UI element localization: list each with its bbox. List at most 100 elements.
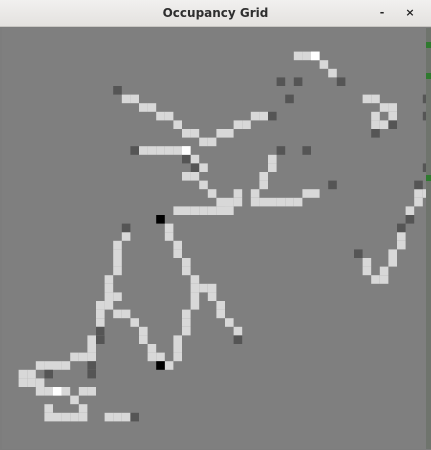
free-cell (87, 352, 96, 362)
occupied-cell (328, 180, 337, 190)
free-cell (225, 197, 234, 207)
occupied-cell (87, 369, 96, 379)
robot-cell (156, 215, 165, 224)
free-cell (250, 189, 260, 198)
free-cell (113, 309, 122, 319)
occupancy-grid-map (18, 51, 426, 422)
free-cell (164, 111, 174, 121)
occupied-cell (276, 146, 286, 155)
free-cell (87, 344, 96, 353)
free-cell (302, 51, 311, 61)
free-cell (156, 352, 165, 362)
free-cell (156, 111, 165, 121)
free-cell (190, 301, 200, 310)
free-cell (27, 369, 36, 379)
occupied-cell (190, 163, 200, 172)
free-cell (18, 378, 28, 387)
free-cell (182, 318, 191, 327)
occupied-cell (388, 120, 397, 129)
free-cell (414, 197, 423, 207)
free-cell (121, 412, 131, 422)
free-cell (96, 309, 105, 319)
free-cell (216, 197, 225, 207)
free-cell (216, 301, 225, 310)
free-cell (139, 335, 148, 344)
free-cell (61, 361, 71, 370)
free-cell (44, 387, 53, 396)
edge-marker (426, 175, 431, 181)
edge-marker (426, 73, 431, 79)
free-cell (147, 352, 157, 362)
occupied-cell (130, 412, 139, 422)
neighbor-window-edge (426, 28, 431, 449)
occupied-cell (130, 146, 139, 155)
occupied-cell (44, 369, 53, 379)
free-cell (293, 51, 303, 61)
free-cell (44, 404, 53, 413)
occupied-cell (96, 335, 105, 344)
free-cell (113, 249, 122, 258)
free-cell (362, 266, 372, 276)
free-cell (225, 206, 234, 215)
occupied-cell (113, 86, 122, 95)
free-cell (207, 189, 217, 198)
occupancy-grid-window: Occupancy Grid - × (0, 0, 431, 450)
free-cell (379, 266, 389, 276)
free-cell (233, 120, 243, 129)
free-cell (173, 146, 182, 155)
occupied-cell (182, 154, 191, 164)
free-cell (147, 344, 157, 353)
free-cell (164, 146, 174, 155)
free-cell (199, 163, 208, 172)
free-cell (44, 412, 53, 422)
occupied-cell (276, 77, 286, 86)
free-cell (182, 258, 191, 267)
free-cell (87, 335, 96, 344)
occupied-cell (397, 223, 406, 233)
occupied-cell (405, 215, 415, 224)
occupied-cell (268, 111, 277, 121)
free-cell (70, 352, 79, 362)
free-cell (362, 94, 372, 104)
free-cell (78, 412, 88, 422)
free-cell (216, 309, 225, 319)
free-cell (113, 240, 122, 250)
free-cell (78, 404, 88, 413)
free-cell (207, 206, 217, 215)
free-cell (199, 137, 208, 147)
edge-marker (426, 42, 431, 48)
close-button[interactable]: × (401, 4, 419, 22)
free-cell (182, 129, 191, 138)
free-cell (293, 197, 303, 207)
free-cell (328, 68, 337, 78)
free-cell (104, 275, 114, 284)
robot-cell (156, 361, 165, 370)
free-cell (190, 292, 200, 301)
minimize-button[interactable]: - (373, 4, 391, 22)
free-cell (164, 232, 174, 241)
free-cell (104, 283, 114, 293)
free-cell (319, 60, 329, 69)
highlight-cell (311, 51, 320, 61)
free-cell (104, 301, 114, 310)
free-cell (173, 120, 182, 129)
free-cell (233, 189, 243, 198)
free-cell (173, 240, 182, 250)
occupied-cell (121, 223, 131, 233)
free-cell (414, 189, 423, 198)
free-cell (182, 266, 191, 276)
free-cell (35, 378, 45, 387)
title-bar[interactable]: Occupancy Grid - × (0, 0, 431, 27)
free-cell (379, 275, 389, 284)
highlight-cell (182, 146, 191, 155)
free-cell (250, 197, 260, 207)
occupied-cell (302, 146, 311, 155)
free-cell (268, 154, 277, 164)
free-cell (147, 103, 157, 112)
free-cell (199, 180, 208, 190)
free-cell (268, 197, 277, 207)
free-cell (164, 223, 174, 233)
occupied-cell (414, 180, 423, 190)
free-cell (44, 361, 53, 370)
free-cell (259, 172, 268, 181)
